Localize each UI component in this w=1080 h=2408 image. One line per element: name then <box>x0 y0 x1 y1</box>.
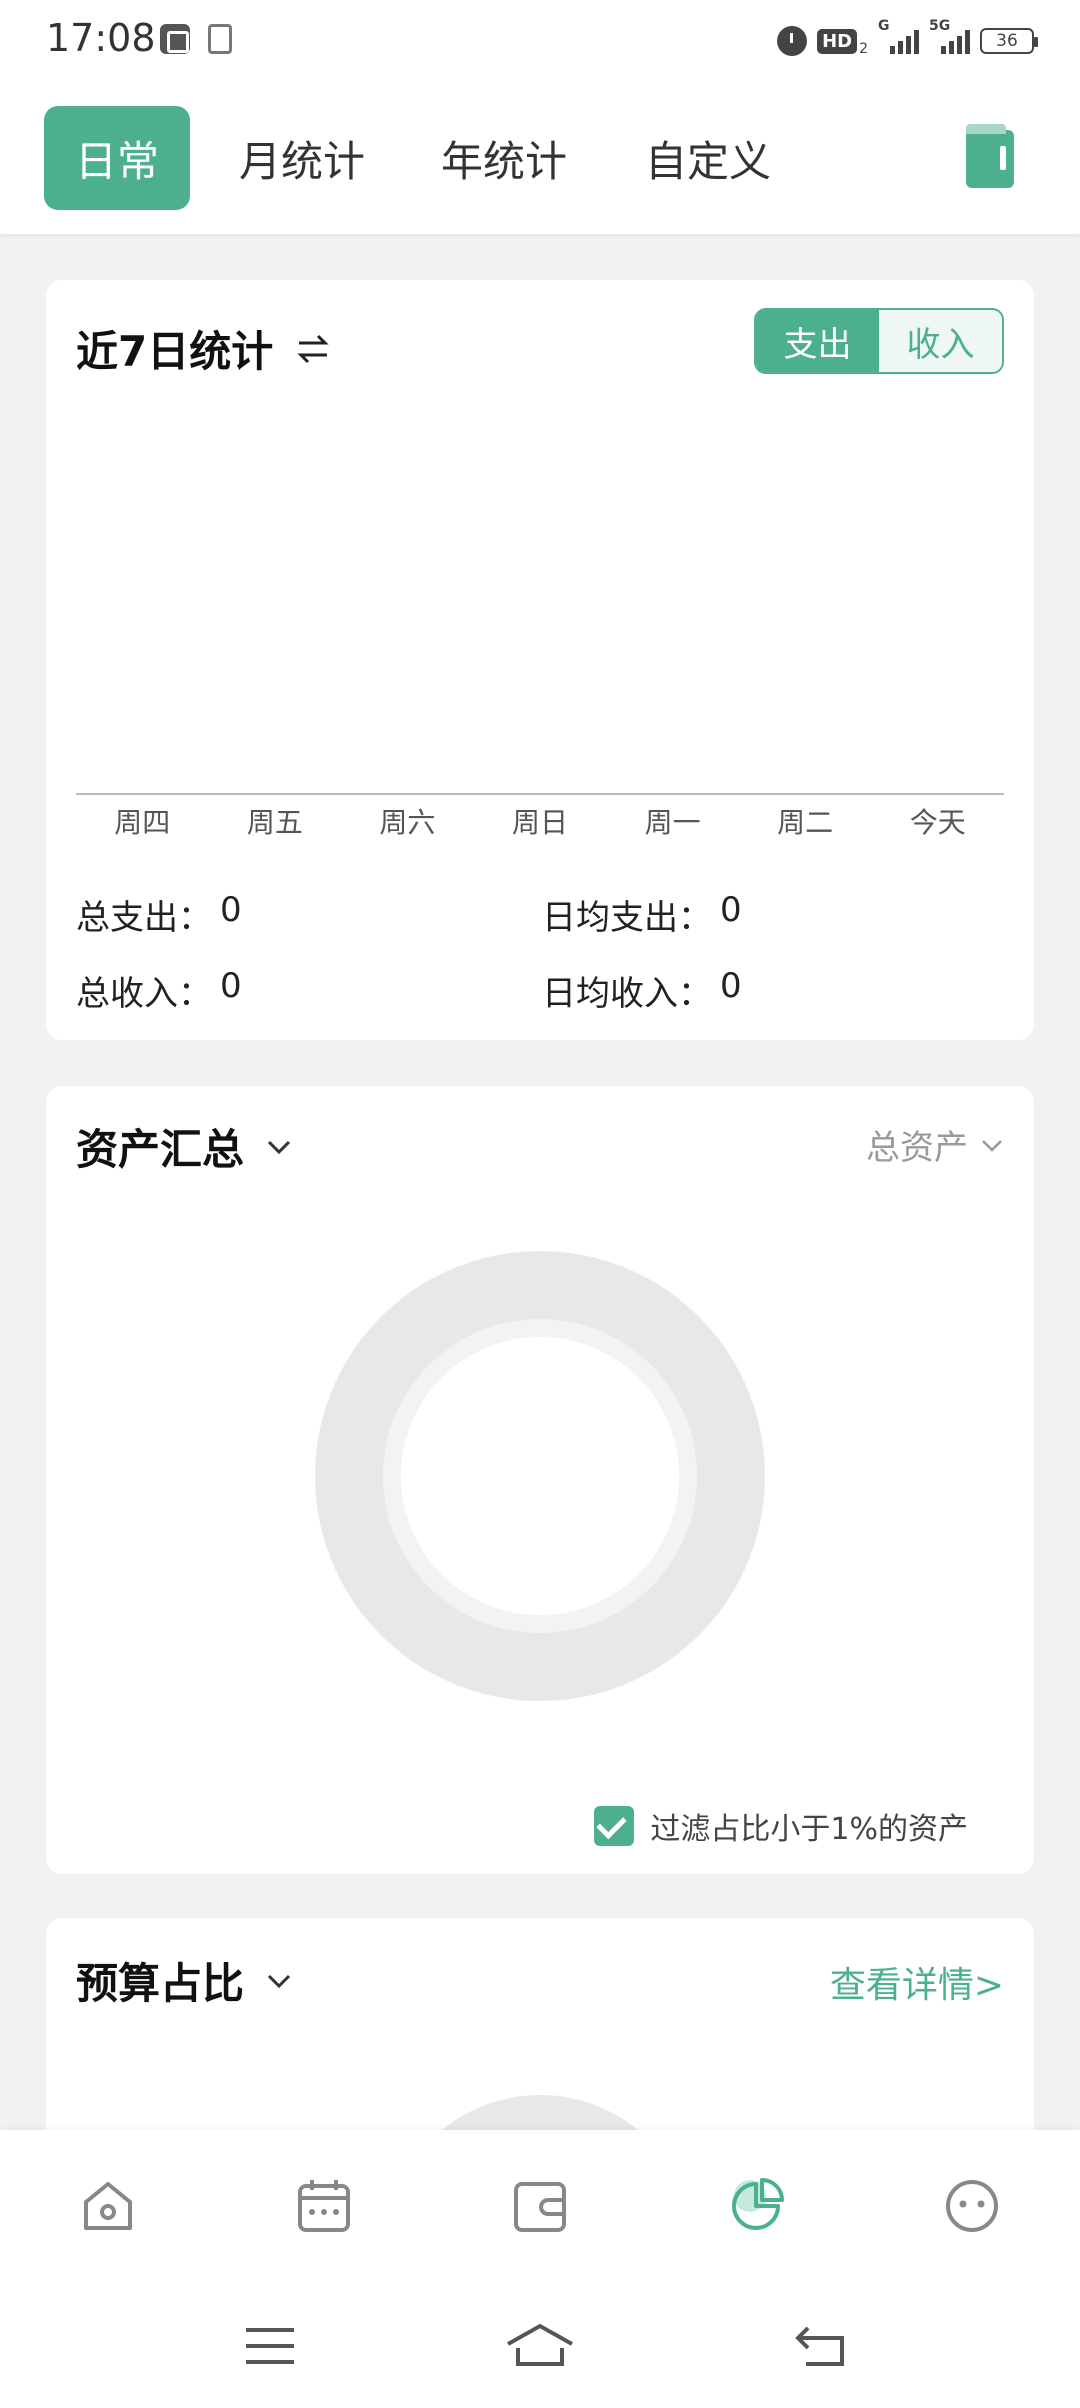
tab-yearly[interactable]: 年统计 <box>424 106 584 210</box>
asset-summary-card: 资产汇总 总资产 过滤占比小于1%的资产 <box>46 1086 1034 1874</box>
total-assets-dropdown-label: 总资产 <box>866 1128 968 1168</box>
tab-custom[interactable]: 自定义 <box>628 106 788 210</box>
toggle-expense[interactable]: 支出 <box>756 310 879 372</box>
filter-checkbox[interactable] <box>594 1806 635 1846</box>
signal-2-label: 5G <box>929 18 951 34</box>
wallet-icon[interactable] <box>510 2176 570 2236</box>
seven-day-bar-chart: 周四 周五 周六 周日 周一 周二 今天 <box>76 793 1004 839</box>
menu-icon[interactable] <box>240 2318 300 2374</box>
x-tick-label: 周六 <box>379 806 435 839</box>
alarm-icon <box>777 26 808 56</box>
tab-daily[interactable]: 日常 <box>44 106 190 210</box>
tab-monthly[interactable]: 月统计 <box>222 106 382 210</box>
ledger-book-icon[interactable] <box>966 124 1014 188</box>
swap-icon[interactable] <box>295 331 331 367</box>
smiley-icon[interactable] <box>942 2176 1002 2236</box>
pie-chart-icon[interactable] <box>726 2176 786 2236</box>
total-income-value: 0 <box>220 966 242 1006</box>
asset-summary-title-text: 资产汇总 <box>76 1125 245 1174</box>
back-icon[interactable] <box>792 2318 852 2374</box>
period-tab-bar: 日常 月统计 年统计 自定义 <box>0 86 1080 234</box>
signal-1-label: G <box>878 18 890 34</box>
hd-voice-icon: HD <box>817 28 858 54</box>
daily-income-label: 日均收入： <box>542 974 712 1014</box>
hd-voice-sub: 2 <box>859 41 868 57</box>
seven-day-stats-card: 近7日统计 支出 收入 周四 周五 周六 周日 周一 周二 今天 总支出： 0 日均支出： … <box>46 280 1034 1040</box>
total-income: 总收入： 0 <box>76 966 242 1015</box>
total-expense-value: 0 <box>220 890 242 930</box>
total-income-label: 总收入： <box>76 974 212 1014</box>
signal-icon-1: G <box>878 18 919 54</box>
x-tick-labels: 周四 周五 周六 周日 周一 周二 今天 <box>114 806 965 839</box>
filter-small-assets[interactable]: 过滤占比小于1%的资产 <box>594 1804 968 1848</box>
status-time: 17:08 <box>46 16 156 60</box>
asset-donut-chart <box>315 1251 765 1701</box>
screenshot-notification-icon <box>160 24 190 54</box>
seven-day-title: 近7日统计 <box>76 318 331 379</box>
system-navigation-bar <box>0 2282 1080 2408</box>
daily-income: 日均收入： 0 <box>542 966 742 1015</box>
total-assets-dropdown[interactable]: 总资产 <box>866 1120 1004 1169</box>
filter-label: 过滤占比小于1%的资产 <box>650 1812 968 1847</box>
x-tick-label: 今天 <box>910 806 966 839</box>
battery-icon: 36 <box>980 28 1038 54</box>
seven-day-title-text: 近7日统计 <box>76 327 274 376</box>
status-icons: HD 2 G 5G 36 <box>777 18 1038 60</box>
status-bar: 17:08 HD 2 G 5G 36 <box>0 0 1080 86</box>
signal-icon-2: 5G <box>929 18 970 54</box>
home-button-icon[interactable] <box>504 2318 576 2374</box>
daily-income-value: 0 <box>720 966 742 1006</box>
expense-income-toggle: 支出 收入 <box>754 308 1004 374</box>
calendar-icon[interactable] <box>294 2176 354 2236</box>
daily-expense-value: 0 <box>720 890 742 930</box>
daily-expense: 日均支出： 0 <box>542 890 742 939</box>
x-tick-label: 周五 <box>247 806 303 839</box>
donut-inner-ring <box>383 1319 697 1633</box>
document-notification-icon <box>208 24 232 54</box>
x-tick-label: 周一 <box>645 806 701 839</box>
bottom-navigation <box>0 2130 1080 2282</box>
x-tick-label: 周四 <box>114 806 170 839</box>
chevron-down-icon <box>267 1140 291 1154</box>
x-tick-label: 周日 <box>512 806 568 839</box>
chevron-down-icon <box>982 1139 1002 1152</box>
home-icon[interactable] <box>78 2176 138 2236</box>
total-expense-label: 总支出： <box>76 898 212 938</box>
asset-summary-title[interactable]: 资产汇总 <box>76 1116 292 1177</box>
daily-expense-label: 日均支出： <box>542 898 712 938</box>
x-tick-label: 周二 <box>777 806 833 839</box>
toggle-income[interactable]: 收入 <box>879 310 1002 372</box>
donut-empty-ring <box>315 1251 765 1701</box>
total-expense: 总支出： 0 <box>76 890 242 939</box>
